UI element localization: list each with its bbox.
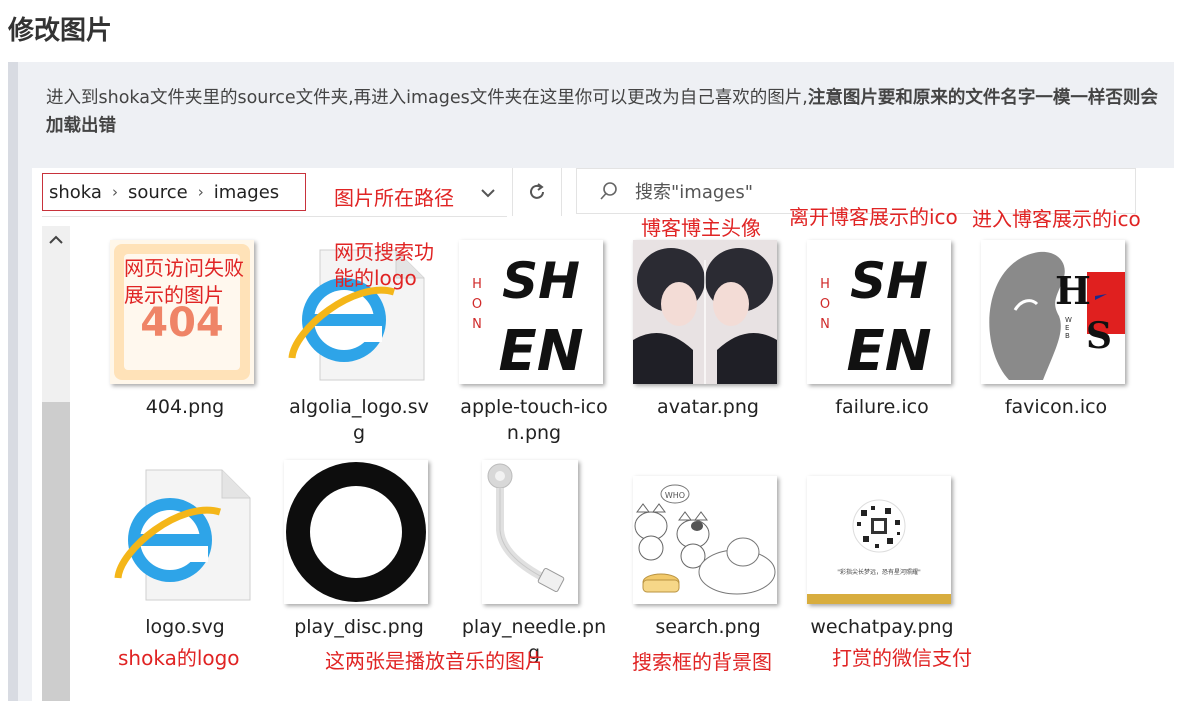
file-name[interactable]: failure.ico <box>807 394 957 420</box>
annotation-wechat: 打赏的微信支付 <box>832 646 972 670</box>
breadcrumb-images[interactable]: images <box>214 182 279 203</box>
annotation-fail-1: 网页访问失败 <box>124 256 244 280</box>
file-thumb-search[interactable]: WHO <box>633 476 777 604</box>
page-title: 修改图片 <box>8 16 113 46</box>
svg-text:O: O <box>472 297 482 312</box>
file-thumb-logo[interactable] <box>110 460 254 604</box>
shen-logo-image: SH EN HON <box>820 252 932 384</box>
file-thumb-avatar[interactable] <box>633 240 777 384</box>
scrollbar[interactable] <box>42 226 70 701</box>
note-plain: 进入到shoka文件夹里的source文件夹,再进入images文件夹在这里你可… <box>46 88 808 108</box>
svg-text:EN: EN <box>498 319 583 384</box>
file-name[interactable]: avatar.png <box>633 394 783 420</box>
file-thumb-play-disc[interactable] <box>284 460 428 604</box>
file-name[interactable]: algolia_logo.svg <box>284 394 434 446</box>
svg-text:SH: SH <box>850 252 928 310</box>
file-explorer-screenshot: shoka › source › images 搜索"images" 404 4… <box>32 168 1178 701</box>
hs-logo-image: H S WEB <box>989 251 1125 380</box>
chevron-right-icon: › <box>111 183 118 201</box>
svg-text:"彩指尖长梦远，恐有星河照耀": "彩指尖长梦远，恐有星河照耀" <box>837 568 921 576</box>
file-thumb-play-needle[interactable] <box>482 460 578 604</box>
svg-text:H: H <box>1055 268 1091 313</box>
file-name[interactable]: favicon.ico <box>981 394 1131 420</box>
annotation-path: 图片所在路径 <box>334 186 454 210</box>
cats-image: WHO <box>634 484 776 595</box>
file-name[interactable]: 404.png <box>110 394 260 420</box>
note-text: 进入到shoka文件夹里的source文件夹,再进入images文件夹在这里你可… <box>46 84 1166 140</box>
qr-image: "彩指尖长梦远，恐有星河照耀" <box>807 476 951 604</box>
file-name[interactable]: apple-touch-icon.png <box>459 394 609 446</box>
breadcrumb-source[interactable]: source <box>128 182 188 203</box>
avatar-image <box>633 240 777 384</box>
annotation-avatar: 博客博主头像 <box>641 216 761 240</box>
svg-text:WHO: WHO <box>665 491 685 500</box>
file-name[interactable]: logo.svg <box>110 614 260 640</box>
annotation-logo: shoka的logo <box>118 646 240 670</box>
annotation-leave-ico: 离开博客展示的ico <box>789 205 958 229</box>
svg-text:W: W <box>1065 316 1072 324</box>
file-thumb-wechatpay[interactable]: "彩指尖长梦远，恐有星河照耀" <box>807 476 951 604</box>
svg-text:H: H <box>472 277 482 292</box>
disc-image <box>286 462 426 602</box>
svg-text:N: N <box>820 317 830 332</box>
annotation-fail-2: 展示的图片 <box>124 283 224 307</box>
svg-text:E: E <box>1065 324 1069 332</box>
file-thumb-favicon[interactable]: H S WEB <box>981 240 1125 384</box>
scroll-up-icon[interactable] <box>42 226 70 254</box>
annotation-music: 这两张是播放音乐的图片 <box>325 649 545 673</box>
needle-image <box>487 463 565 593</box>
file-thumb-failure[interactable]: SH EN HON <box>807 240 951 384</box>
breadcrumb-shoka[interactable]: shoka <box>49 182 102 203</box>
search-placeholder: 搜索"images" <box>635 182 754 203</box>
svg-text:H: H <box>820 277 830 292</box>
annotation-search-bg: 搜索框的背景图 <box>632 650 772 674</box>
svg-text:O: O <box>820 297 830 312</box>
annotation-search-logo-1: 网页搜索功 <box>334 240 434 264</box>
file-name[interactable]: play_disc.png <box>284 614 434 640</box>
shen-logo-image: SH EN HON <box>472 252 584 384</box>
annotation-search-logo-2: 能的logo <box>334 266 417 290</box>
chevron-down-icon[interactable] <box>477 182 499 204</box>
refresh-button[interactable] <box>512 168 562 216</box>
scrollbar-thumb[interactable] <box>42 402 70 701</box>
svg-text:EN: EN <box>846 319 931 384</box>
chevron-right-icon: › <box>197 183 204 201</box>
file-name[interactable]: wechatpay.png <box>807 614 957 640</box>
search-icon <box>600 182 617 200</box>
ie-file-icon <box>114 469 251 601</box>
file-thumb-apple-touch[interactable]: SH EN HON <box>459 240 603 384</box>
svg-text:SH: SH <box>502 252 580 310</box>
annotation-enter-ico: 进入博客展示的ico <box>972 207 1141 231</box>
svg-text:S: S <box>1086 315 1112 357</box>
svg-text:N: N <box>472 317 482 332</box>
breadcrumb[interactable]: shoka › source › images <box>42 173 306 211</box>
file-name[interactable]: search.png <box>633 614 783 640</box>
refresh-icon <box>530 183 544 199</box>
svg-text:B: B <box>1065 332 1070 340</box>
